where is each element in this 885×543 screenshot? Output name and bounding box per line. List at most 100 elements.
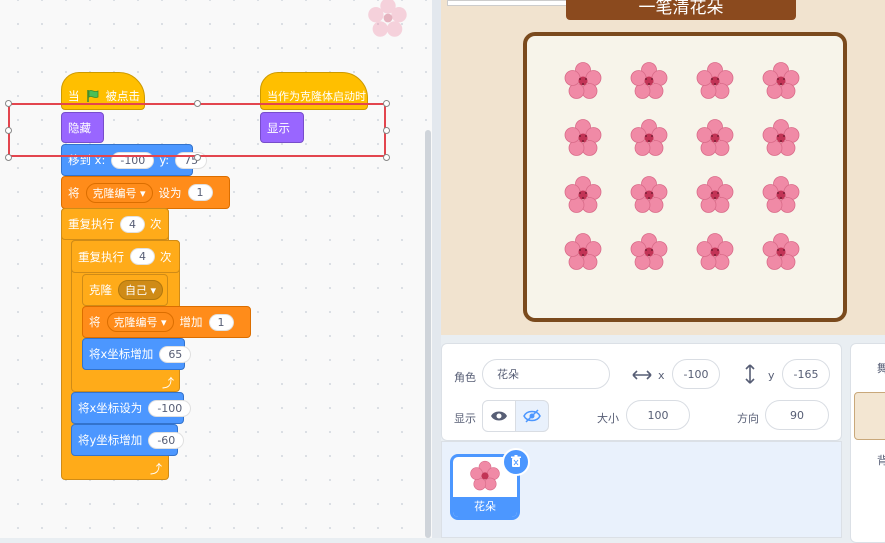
y-value: -165 bbox=[793, 367, 819, 381]
trash-icon bbox=[511, 455, 521, 467]
size-value: 100 bbox=[647, 408, 669, 422]
set-variable-block[interactable]: 将 克隆编号 ▾ 设为 1 bbox=[61, 176, 230, 209]
sprite-list-pane: 花朵 bbox=[441, 441, 842, 538]
stage[interactable]: 一笔清花朵 bbox=[441, 0, 885, 335]
cherry-blossom-icon[interactable] bbox=[629, 232, 669, 272]
stage-target-pane[interactable]: 舞 背 bbox=[850, 343, 885, 543]
blossom-grid bbox=[545, 51, 829, 291]
stage-tab-label: 舞 bbox=[877, 362, 885, 375]
set-var-mid: 设为 bbox=[158, 185, 182, 200]
cherry-blossom-icon[interactable] bbox=[629, 118, 669, 158]
stage-title-banner: 一笔清花朵 bbox=[566, 0, 796, 20]
hat-flag-suffix: 被点击 bbox=[105, 89, 141, 103]
change-y-input[interactable]: -60 bbox=[148, 431, 185, 449]
eye-hidden-icon bbox=[523, 409, 541, 423]
cherry-blossom-icon[interactable] bbox=[563, 175, 603, 215]
cherry-blossom-icon[interactable] bbox=[761, 118, 801, 158]
x-input[interactable]: -100 bbox=[672, 359, 720, 389]
cherry-blossom-icon[interactable] bbox=[629, 61, 669, 101]
sprite-name-input[interactable]: 花朵 bbox=[482, 359, 610, 389]
repeat-outer-count-input[interactable]: 4 bbox=[120, 215, 145, 233]
resize-handle[interactable] bbox=[383, 100, 390, 107]
set-x-input[interactable]: -100 bbox=[148, 399, 192, 417]
set-x-block[interactable]: 将x坐标设为 -100 bbox=[71, 392, 192, 424]
set-x-label: 将x坐标设为 bbox=[78, 401, 143, 415]
show-label: 显示 bbox=[454, 412, 476, 425]
cherry-blossom-icon[interactable] bbox=[761, 232, 801, 272]
clone-target-dropdown[interactable]: 自己 ▾ bbox=[118, 280, 164, 300]
repeat-inner-block[interactable]: 重复执行 4 次 bbox=[71, 240, 180, 273]
selection-rectangle[interactable] bbox=[8, 103, 386, 157]
direction-input[interactable]: 90 bbox=[765, 400, 829, 430]
code-workspace[interactable]: 当 被点击 当作为克隆体启动时 隐藏 显示 移到 x: -100 y: 75 将… bbox=[0, 0, 432, 538]
backdrop-label: 背 bbox=[877, 454, 885, 467]
resize-handle[interactable] bbox=[5, 127, 12, 134]
loop-arrow-icon: ⤴ bbox=[150, 462, 163, 476]
cherry-blossom-icon[interactable] bbox=[695, 118, 735, 158]
cherry-blossom-icon bbox=[470, 460, 500, 491]
resize-handle[interactable] bbox=[383, 154, 390, 161]
x-label: x bbox=[658, 369, 665, 382]
show-hidden-button[interactable] bbox=[515, 400, 549, 432]
cherry-blossom-icon[interactable] bbox=[629, 175, 669, 215]
y-label: y bbox=[768, 369, 775, 382]
green-flag-icon bbox=[86, 90, 98, 102]
change-var-value-input[interactable]: 1 bbox=[208, 313, 234, 331]
change-y-label: 将y坐标增加 bbox=[78, 433, 143, 447]
backdrop-thumbnail[interactable] bbox=[854, 392, 885, 440]
size-label: 大小 bbox=[597, 412, 619, 425]
show-visible-button[interactable] bbox=[482, 400, 516, 432]
repeat-inner-label: 重复执行 bbox=[78, 249, 124, 264]
resize-handle[interactable] bbox=[194, 100, 201, 107]
cherry-blossom-icon[interactable] bbox=[563, 232, 603, 272]
change-var-dropdown[interactable]: 克隆编号 ▾ bbox=[106, 312, 174, 332]
set-var-dropdown[interactable]: 克隆编号 ▾ bbox=[85, 182, 153, 203]
set-var-prefix: 将 bbox=[68, 185, 80, 200]
sprite-info-panel: 角色 花朵 x -100 y -165 显示 大小 100 方向 90 bbox=[441, 343, 842, 441]
change-var-prefix: 将 bbox=[89, 315, 101, 329]
change-x-input[interactable]: 65 bbox=[159, 345, 192, 363]
repeat-outer-label: 重复执行 bbox=[68, 217, 114, 231]
set-var-value-input[interactable]: 1 bbox=[187, 184, 213, 201]
repeat-outer-suffix: 次 bbox=[150, 217, 162, 231]
stage-title: 一笔清花朵 bbox=[638, 0, 724, 18]
repeat-inner-suffix: 次 bbox=[160, 249, 172, 264]
horizontal-arrows-icon bbox=[632, 370, 652, 380]
blossom-board bbox=[523, 32, 847, 322]
eye-icon bbox=[491, 411, 507, 421]
y-input[interactable]: -165 bbox=[782, 359, 830, 389]
change-y-block[interactable]: 将y坐标增加 -60 bbox=[71, 424, 185, 456]
cherry-blossom-icon[interactable] bbox=[695, 232, 735, 272]
resize-handle[interactable] bbox=[5, 100, 12, 107]
delete-sprite-button[interactable] bbox=[502, 448, 530, 476]
cherry-blossom-icon[interactable] bbox=[695, 175, 735, 215]
change-variable-block[interactable]: 将 克隆编号 ▾ 增加 1 bbox=[82, 306, 251, 338]
loop-arrow-icon: ⤴ bbox=[162, 376, 175, 390]
cherry-blossom-icon bbox=[368, 0, 407, 37]
x-value: -100 bbox=[683, 367, 709, 381]
hat-flag-prefix: 当 bbox=[68, 89, 80, 103]
cherry-blossom-icon[interactable] bbox=[563, 61, 603, 101]
size-input[interactable]: 100 bbox=[626, 400, 690, 430]
resize-handle[interactable] bbox=[194, 154, 201, 161]
cherry-blossom-icon[interactable] bbox=[563, 118, 603, 158]
cherry-blossom-icon[interactable] bbox=[761, 175, 801, 215]
sprite-label: 角色 bbox=[454, 371, 476, 384]
repeat-outer-block[interactable]: 重复执行 4 次 bbox=[61, 208, 169, 240]
clone-label: 克隆 bbox=[89, 283, 112, 297]
create-clone-block[interactable]: 克隆 自己 ▾ bbox=[82, 274, 168, 306]
hat-clone-label: 当作为克隆体启动时 bbox=[267, 90, 366, 103]
resize-handle[interactable] bbox=[5, 154, 12, 161]
sprite-name-value: 花朵 bbox=[497, 368, 519, 381]
sprite-tile-name: 花朵 bbox=[453, 497, 517, 517]
direction-label: 方向 bbox=[737, 412, 759, 425]
change-x-label: 将x坐标增加 bbox=[89, 347, 154, 361]
change-var-name: 克隆编号 bbox=[113, 316, 158, 329]
cherry-blossom-icon[interactable] bbox=[695, 61, 735, 101]
code-scrollbar[interactable] bbox=[425, 130, 431, 538]
resize-handle[interactable] bbox=[383, 127, 390, 134]
repeat-inner-count-input[interactable]: 4 bbox=[130, 248, 155, 265]
cherry-blossom-icon[interactable] bbox=[761, 61, 801, 101]
change-x-block[interactable]: 将x坐标增加 65 bbox=[82, 338, 192, 370]
direction-value: 90 bbox=[790, 408, 804, 422]
